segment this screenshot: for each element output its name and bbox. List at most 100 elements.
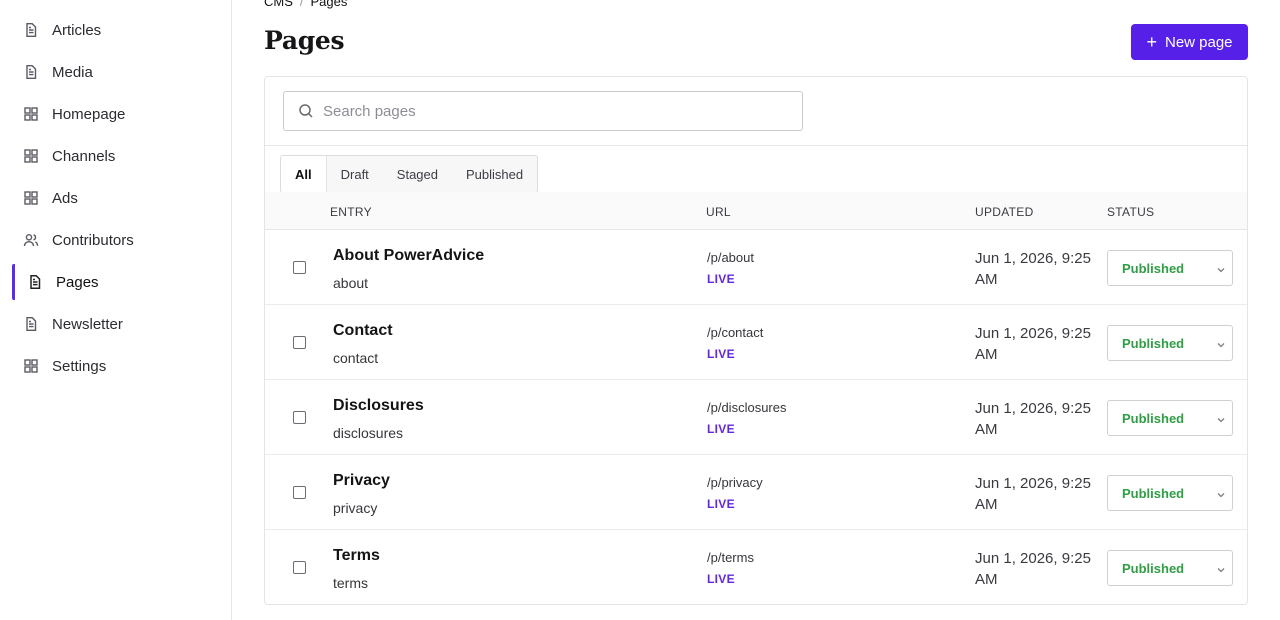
- status-select[interactable]: Published: [1107, 475, 1233, 511]
- sidebar-item-label: Settings: [52, 357, 107, 375]
- status-select-value: Published: [1122, 485, 1185, 501]
- updated-timestamp: Jun 1, 2026, 9:25 AM: [975, 550, 1091, 588]
- sidebar: Articles Media Homepage Channels Ads Con…: [0, 0, 232, 620]
- new-page-button[interactable]: + New page: [1131, 24, 1248, 60]
- plus-icon: +: [1146, 31, 1157, 52]
- sidebar-item-label: Ads: [52, 189, 78, 207]
- breadcrumb: CMS / Pages: [264, 0, 347, 9]
- sidebar-item-ads[interactable]: Ads: [12, 180, 220, 216]
- chevron-down-icon: [1216, 413, 1226, 423]
- new-page-button-label: New page: [1164, 33, 1233, 51]
- chevron-down-icon: [1216, 563, 1226, 573]
- entry-url[interactable]: /p/privacy: [707, 475, 763, 490]
- document-icon: [23, 316, 39, 332]
- entry-url[interactable]: /p/terms: [707, 550, 754, 565]
- document-icon: [23, 64, 39, 80]
- grid-icon: [23, 106, 39, 122]
- live-badge: LIVE: [707, 572, 735, 586]
- table-row[interactable]: Privacy privacy /p/privacy LIVE Jun 1, 2…: [265, 455, 1247, 530]
- sidebar-item-articles[interactable]: Articles: [12, 12, 220, 48]
- pages-panel: All Draft Staged Published ENTRY URL UPD…: [264, 76, 1248, 605]
- column-header-status[interactable]: STATUS: [1107, 205, 1154, 219]
- row-checkbox[interactable]: [293, 261, 306, 274]
- document-icon: [27, 274, 43, 290]
- live-badge: LIVE: [707, 422, 735, 436]
- status-select[interactable]: Published: [1107, 400, 1233, 436]
- breadcrumb-root[interactable]: CMS: [264, 0, 293, 9]
- entry-slug: terms: [333, 575, 368, 591]
- row-checkbox[interactable]: [293, 561, 306, 574]
- entry-url[interactable]: /p/disclosures: [707, 400, 786, 415]
- row-checkbox[interactable]: [293, 336, 306, 349]
- sidebar-item-label: Channels: [52, 147, 116, 165]
- table-header: ENTRY URL UPDATED STATUS: [265, 192, 1247, 230]
- sidebar-item-label: Homepage: [52, 105, 126, 123]
- entry-title[interactable]: Terms: [333, 547, 380, 565]
- breadcrumb-separator: /: [299, 0, 304, 9]
- status-select[interactable]: Published: [1107, 325, 1233, 361]
- live-badge: LIVE: [707, 497, 735, 511]
- entry-slug: contact: [333, 350, 379, 366]
- row-checkbox[interactable]: [293, 486, 306, 499]
- updated-timestamp: Jun 1, 2026, 9:25 AM: [975, 325, 1091, 363]
- status-select-value: Published: [1122, 560, 1185, 576]
- page-title: Pages: [264, 26, 345, 55]
- updated-timestamp: Jun 1, 2026, 9:25 AM: [975, 475, 1091, 513]
- table-row[interactable]: Contact contact /p/contact LIVE Jun 1, 2…: [265, 305, 1247, 380]
- sidebar-item-contributors[interactable]: Contributors: [12, 222, 220, 258]
- sidebar-item-settings[interactable]: Settings: [12, 348, 220, 384]
- search-icon: [298, 103, 314, 119]
- breadcrumb-current: Pages: [310, 0, 348, 9]
- sidebar-item-label: Pages: [56, 273, 99, 291]
- divider: [265, 145, 1247, 146]
- sidebar-item-homepage[interactable]: Homepage: [12, 96, 220, 132]
- table-row[interactable]: Terms terms /p/terms LIVE Jun 1, 2026, 9…: [265, 530, 1247, 604]
- sidebar-item-label: Articles: [52, 21, 102, 39]
- column-header-url[interactable]: URL: [706, 205, 731, 219]
- users-icon: [23, 232, 39, 248]
- live-badge: LIVE: [707, 272, 735, 286]
- entry-title[interactable]: Disclosures: [333, 397, 424, 415]
- status-select[interactable]: Published: [1107, 550, 1233, 586]
- search-input[interactable]: [323, 102, 783, 120]
- tab-staged[interactable]: Staged: [383, 156, 452, 192]
- status-select-value: Published: [1122, 260, 1185, 276]
- sidebar-item-newsletter[interactable]: Newsletter: [12, 306, 220, 342]
- tab-all[interactable]: All: [281, 156, 327, 192]
- live-badge: LIVE: [707, 347, 735, 361]
- status-select[interactable]: Published: [1107, 250, 1233, 286]
- column-header-entry[interactable]: ENTRY: [330, 205, 372, 219]
- row-checkbox[interactable]: [293, 411, 306, 424]
- entry-url[interactable]: /p/about: [707, 250, 754, 265]
- grid-icon: [23, 358, 39, 374]
- updated-timestamp: Jun 1, 2026, 9:25 AM: [975, 250, 1091, 288]
- sidebar-item-label: Contributors: [52, 231, 134, 249]
- table-row[interactable]: Disclosures disclosures /p/disclosures L…: [265, 380, 1247, 455]
- grid-icon: [23, 190, 39, 206]
- grid-icon: [23, 148, 39, 164]
- chevron-down-icon: [1216, 338, 1226, 348]
- status-select-value: Published: [1122, 335, 1185, 351]
- status-filter-tabs: All Draft Staged Published: [280, 155, 539, 193]
- sidebar-item-label: Newsletter: [52, 315, 123, 333]
- document-icon: [23, 22, 39, 38]
- entry-slug: privacy: [333, 500, 378, 516]
- entry-url[interactable]: /p/contact: [707, 325, 763, 340]
- entry-slug: about: [333, 275, 369, 291]
- status-select-value: Published: [1122, 410, 1185, 426]
- sidebar-item-media[interactable]: Media: [12, 54, 220, 90]
- tab-published[interactable]: Published: [452, 156, 537, 192]
- entry-title[interactable]: Privacy: [333, 472, 390, 490]
- chevron-down-icon: [1216, 263, 1226, 273]
- sidebar-item-label: Media: [52, 63, 93, 81]
- entry-slug: disclosures: [333, 425, 404, 441]
- entry-title[interactable]: Contact: [333, 322, 393, 340]
- search-box: [283, 91, 803, 131]
- entry-title[interactable]: About PowerAdvice: [333, 247, 484, 265]
- updated-timestamp: Jun 1, 2026, 9:25 AM: [975, 400, 1091, 438]
- table-row[interactable]: About PowerAdvice about /p/about LIVE Ju…: [265, 230, 1247, 305]
- column-header-updated[interactable]: UPDATED: [975, 205, 1034, 219]
- sidebar-item-pages[interactable]: Pages: [12, 264, 220, 300]
- sidebar-item-channels[interactable]: Channels: [12, 138, 220, 174]
- tab-draft[interactable]: Draft: [327, 156, 383, 192]
